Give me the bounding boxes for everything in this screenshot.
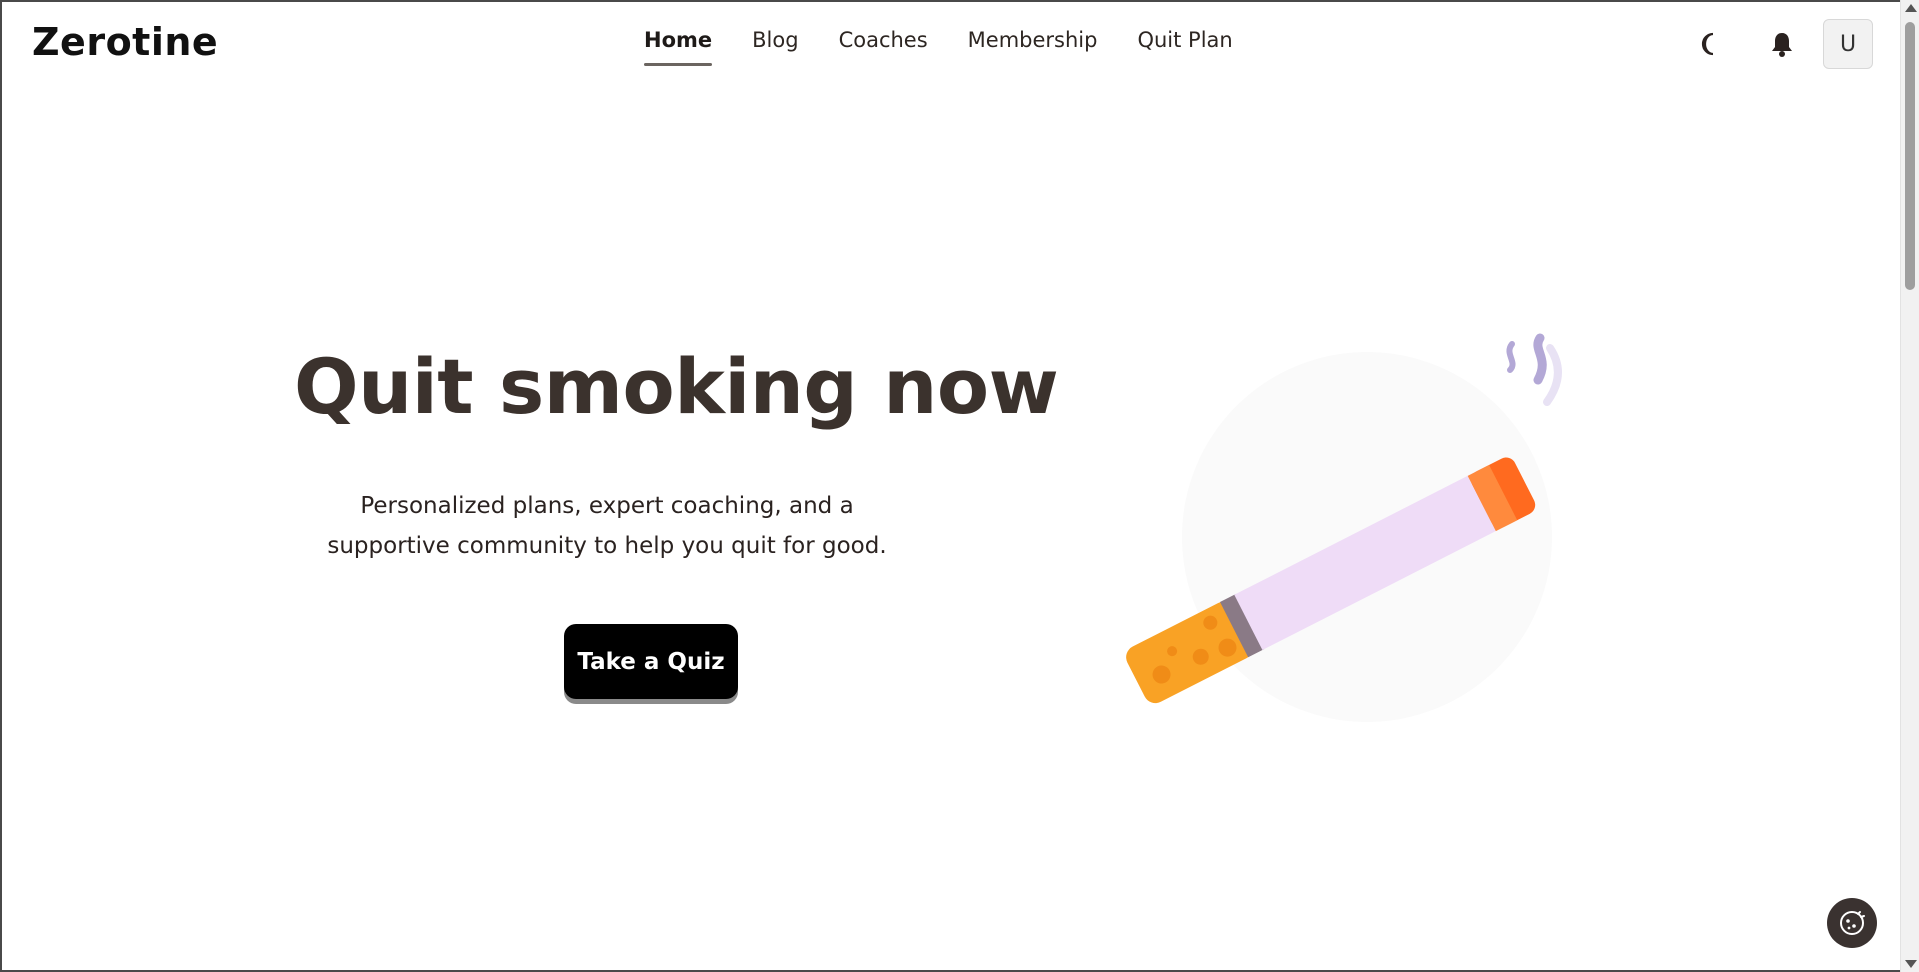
- take-quiz-button[interactable]: Take a Quiz: [564, 624, 738, 699]
- hero-subtitle-line-2: supportive community to help you quit fo…: [327, 533, 887, 559]
- scroll-up-arrow-icon[interactable]: [1905, 4, 1917, 12]
- hero-subtitle-line-1: Personalized plans, expert coaching, and…: [360, 493, 854, 519]
- top-navbar: Zerotine Home Blog Coaches Membership Qu…: [2, 2, 1902, 90]
- page-scrollbar[interactable]: [1900, 0, 1919, 972]
- cigarette-illustration: [1092, 322, 1572, 722]
- nav-home[interactable]: Home: [644, 28, 713, 66]
- nav-membership[interactable]: Membership: [968, 28, 1098, 52]
- app-frame: Zerotine Home Blog Coaches Membership Qu…: [0, 0, 1919, 972]
- bell-icon[interactable]: [1769, 30, 1795, 58]
- moon-icon[interactable]: [1699, 30, 1723, 58]
- nav-blog[interactable]: Blog: [752, 28, 798, 52]
- hero-subtitle: Personalized plans, expert coaching, and…: [282, 486, 932, 566]
- brand-logo[interactable]: Zerotine: [32, 20, 218, 64]
- scroll-thumb[interactable]: [1905, 22, 1915, 290]
- scroll-down-arrow-icon[interactable]: [1905, 960, 1917, 968]
- user-avatar-button[interactable]: U: [1823, 19, 1873, 69]
- cookie-settings-icon[interactable]: [1827, 898, 1877, 948]
- nav-coaches[interactable]: Coaches: [839, 28, 928, 52]
- nav-quit-plan[interactable]: Quit Plan: [1137, 28, 1232, 52]
- main-nav: Home Blog Coaches Membership Quit Plan: [644, 28, 1273, 66]
- hero-title: Quit smoking now: [294, 342, 1059, 431]
